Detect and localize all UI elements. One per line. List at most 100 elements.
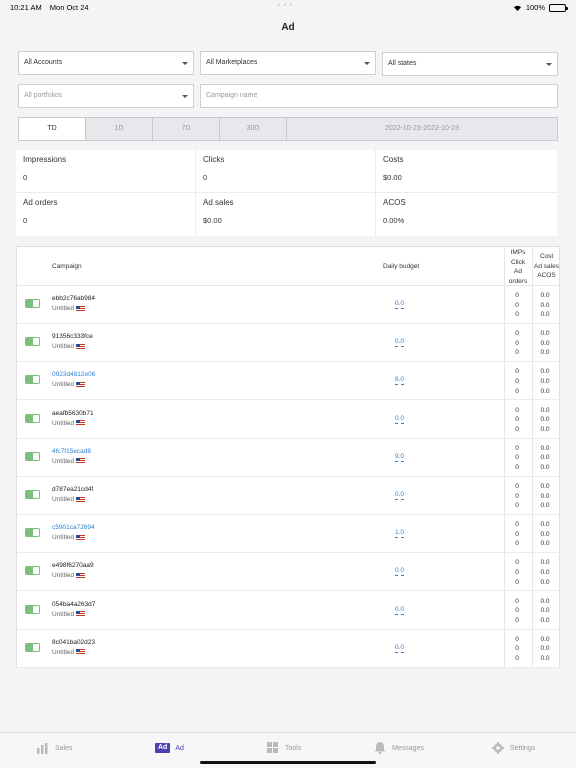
tab-1d[interactable]: 1D [86,118,153,140]
campaign-name: 054ba4a263d7 [52,600,96,608]
tab-messages[interactable]: Messages [373,741,424,755]
table-row[interactable]: e498f6270aa9 Untitled 0.0 0 0 0 0.0 0.0 0.0 [17,553,561,592]
campaign-toggle[interactable] [25,528,40,538]
table-row[interactable]: 8c041ba02d23 Untitled 0.0 0 0 0 0.0 0.0 0.0 [17,630,561,668]
header-imps: IMPs [510,249,526,256]
clicks-value: 0 [515,377,519,385]
toggle-knob [33,452,39,460]
campaign-toggle[interactable] [25,490,40,499]
imps-value: 0 [515,368,519,376]
table-row[interactable]: ebb2c76ab984 Untitled 0.0 0 0 0 0.0 0.0 0.0 [17,286,561,324]
nav-header: Ad [0,16,576,42]
metrics-b: 0.0 0.0 0.0 [535,367,555,396]
clicks-value: 0 [515,416,519,424]
table-row[interactable]: 0923d4812e06 Untitled 8.0 0 0 0 0.0 0.0 0.0 [17,362,561,401]
daily-budget-value[interactable]: 1.0 [395,529,405,539]
cost-value: 0.0 [540,406,550,414]
cost-value: 0.0 [540,521,550,529]
cost-value: 0.0 [540,444,550,452]
table-row[interactable]: 91356c333fce Untitled 0.0 0 0 0 0.0 0.0 0.0 [17,324,561,363]
states-select[interactable]: All states [382,52,558,76]
stat-label: Impressions [23,155,67,164]
table-row[interactable]: aeafb5630b71 Untitled 0.0 0 0 0 0.0 0.0 0.0 [17,401,561,439]
metrics-a: 000 [507,482,527,511]
campaign-name[interactable]: c5901ca72694 [52,524,95,531]
marketplaces-select[interactable]: All Marketplaces [200,51,376,75]
daily-budget-value[interactable]: 0.0 [395,567,405,577]
bottom-tab-bar: Sales Ad Ad Tools Messages Settings [0,732,576,768]
campaign-portfolio: Untitled [52,572,75,580]
cost-value: 0.0 [540,483,550,490]
tab-tools[interactable]: Tools [266,741,301,755]
tab-sales[interactable]: Sales [36,741,73,755]
bar-chart-icon [36,742,50,754]
cost-value: 0.0 [540,368,550,376]
campaign-subtitle: Untitled [52,305,86,312]
tab-settings-label: Settings [510,744,536,752]
daily-budget-value[interactable]: 0.0 [395,491,405,500]
home-indicator[interactable] [200,761,376,764]
imps-value: 0 [515,292,519,299]
campaign-subtitle: Untitled [52,458,86,465]
table-row[interactable]: c5901ca72694 Untitled 1.0 0 0 0 0.0 0.0 0.0 [17,515,561,554]
daily-budget-value[interactable]: 0.0 [395,644,405,653]
daily-budget-value[interactable]: 8.0 [395,376,405,386]
clicks-value: 0 [515,339,519,347]
daily-budget-value[interactable]: 0.0 [395,338,405,348]
us-flag-icon [76,496,86,503]
daily-budget-value[interactable]: 0.0 [395,606,405,615]
acos-value: 0.0 [540,425,550,433]
campaign-toggle[interactable] [25,337,40,347]
battery-icon [549,3,568,12]
table-row[interactable]: d787ea21cd4f Untitled 0.0 0 0 0 0.0 0.0 0.0 [17,477,561,515]
portfolios-select[interactable]: All portfolios [18,84,194,108]
clicks-value: 0 [515,492,519,500]
status-date: Mon Oct 24 [49,3,89,12]
campaign-toggle[interactable] [25,375,40,385]
tab-ad[interactable]: Ad Ad [155,741,184,755]
stat-value: 0.00% [383,216,405,225]
sales-value: 0.0 [540,568,550,576]
campaign-portfolio: Untitled [52,534,75,542]
header-campaign: Campaign [52,263,82,270]
campaign-toggle[interactable] [25,451,40,461]
stat-label: Ad sales [203,198,234,207]
campaign-subtitle: Untitled [52,572,86,580]
toggle-knob [33,567,39,575]
table-row[interactable]: 054ba4a263d7 Untitled 0.0 0 0 0 0.0 0.0 0.0 [17,592,561,630]
table-row[interactable]: 4fc7f15ecad8 Untitled 9.0 0 0 0 0.0 0.0 0.0 [17,439,561,477]
stat-label: Clicks [203,155,225,164]
tab-ad-label: Ad [175,744,184,752]
daily-budget-value[interactable]: 0.0 [395,300,405,309]
acos-value: 0.0 [540,463,550,471]
toggle-knob [33,605,39,613]
gear-icon [491,742,505,754]
tab-7d[interactable]: 7D [153,118,220,140]
campaign-toggle[interactable] [25,566,40,576]
date-range-picker[interactable]: 2022-10-23-2022-10-23 [287,118,557,140]
us-flag-icon [76,611,86,618]
campaign-name-input[interactable]: Campaign name [200,84,558,108]
tab-30d[interactable]: 30D [220,118,287,140]
campaign-name[interactable]: 4fc7f15ecad8 [52,448,91,455]
multitasking-dots-icon[interactable]: • • • [278,3,293,9]
accounts-select[interactable]: All Accounts [18,51,194,75]
campaign-toggle[interactable] [25,413,40,423]
tab-settings[interactable]: Settings [491,741,535,755]
tab-td[interactable]: TD [19,118,86,140]
campaign-toggle[interactable] [25,604,40,614]
campaign-name[interactable]: 0923d4812e06 [52,371,95,378]
us-flag-icon [76,343,86,350]
metrics-a: 000 [507,558,527,587]
orders-value: 0 [515,387,519,395]
metrics-b: 0.0 0.0 0.0 [535,291,555,320]
tab-tools-label: Tools [285,744,302,752]
wifi-icon [513,4,522,11]
campaign-toggle[interactable] [25,642,40,652]
status-time: 10:21 AM [10,3,42,12]
sales-value: 0.0 [540,607,550,615]
daily-budget-value[interactable]: 0.0 [395,415,405,424]
campaign-toggle[interactable] [25,299,40,308]
imps-value: 0 [515,597,519,605]
daily-budget-value[interactable]: 9.0 [395,453,405,462]
